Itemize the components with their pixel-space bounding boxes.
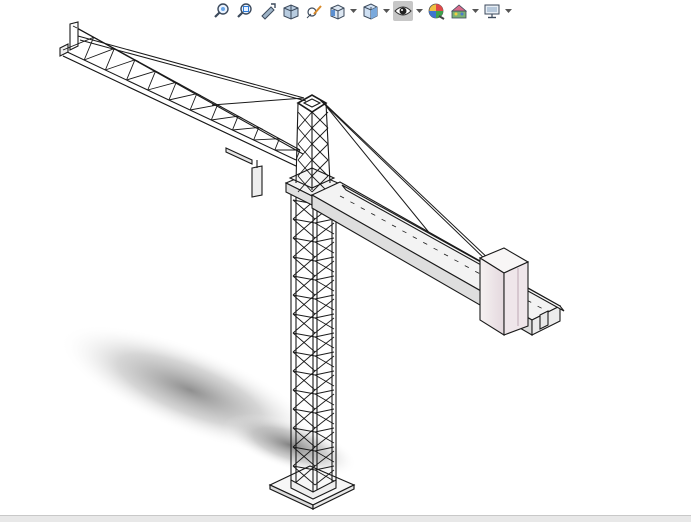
edit-appearance-icon[interactable] bbox=[426, 1, 446, 21]
zoom-to-area-icon[interactable] bbox=[235, 1, 255, 21]
apply-scene-icon[interactable] bbox=[449, 1, 469, 21]
hide-show-items-dropdown-icon[interactable] bbox=[416, 1, 423, 21]
apply-scene-dropdown-icon[interactable] bbox=[472, 1, 479, 21]
dynamic-annotation-icon[interactable] bbox=[304, 1, 324, 21]
jib bbox=[59, 21, 304, 198]
view-orientation-icon[interactable] bbox=[327, 1, 347, 21]
view-settings-dropdown-icon[interactable] bbox=[505, 1, 512, 21]
crane-model[interactable] bbox=[0, 0, 691, 515]
display-style-dropdown-icon[interactable] bbox=[383, 1, 390, 21]
counterweight bbox=[478, 247, 530, 336]
view-settings-icon[interactable] bbox=[482, 1, 502, 21]
view-orientation-dropdown-icon[interactable] bbox=[350, 1, 357, 21]
previous-view-icon[interactable] bbox=[258, 1, 278, 21]
graphics-area[interactable] bbox=[0, 0, 691, 515]
heads-up-view-toolbar bbox=[212, 0, 512, 22]
hide-show-items-icon[interactable] bbox=[393, 1, 413, 21]
tie-cables bbox=[77, 35, 493, 263]
display-style-icon[interactable] bbox=[360, 1, 380, 21]
section-view-icon[interactable] bbox=[281, 1, 301, 21]
zoom-to-fit-icon[interactable] bbox=[212, 1, 232, 21]
